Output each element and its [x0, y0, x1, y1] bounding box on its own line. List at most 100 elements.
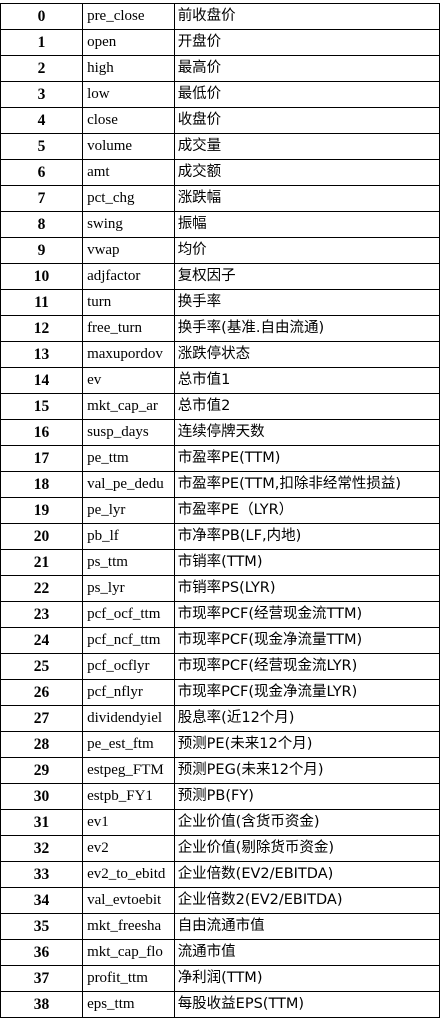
field-code-cell[interactable]: mkt_freesha: [82, 913, 175, 940]
row-index-cell[interactable]: 20: [0, 523, 84, 550]
field-code-cell[interactable]: ev2: [82, 835, 175, 862]
row-index-cell[interactable]: 36: [0, 939, 84, 966]
field-name-cell[interactable]: 市现率PCF(经营现金流LYR): [173, 653, 440, 680]
field-name-cell[interactable]: 最高价: [173, 55, 440, 82]
field-code-cell[interactable]: turn: [82, 289, 175, 316]
field-code-cell[interactable]: pe_lyr: [82, 497, 175, 524]
field-code-cell[interactable]: susp_days: [82, 419, 175, 446]
field-code-cell[interactable]: dividendyiel: [82, 705, 175, 732]
field-code-cell[interactable]: open: [82, 29, 175, 56]
field-name-cell[interactable]: 成交额: [173, 159, 440, 186]
field-code-cell[interactable]: close: [82, 107, 175, 134]
row-index-cell[interactable]: 25: [0, 653, 84, 680]
field-name-cell[interactable]: 企业价值(剔除货币资金): [173, 835, 440, 862]
field-code-cell[interactable]: adjfactor: [82, 263, 175, 290]
field-name-cell[interactable]: 市销率PS(LYR): [173, 575, 440, 602]
field-code-cell[interactable]: mkt_cap_flo: [82, 939, 175, 966]
field-name-cell[interactable]: 市现率PCF(现金净流量TTM): [173, 627, 440, 654]
field-code-cell[interactable]: estpeg_FTM: [82, 757, 175, 784]
field-name-cell[interactable]: 均价: [173, 237, 440, 264]
field-name-cell[interactable]: 成交量: [173, 133, 440, 160]
field-code-cell[interactable]: pe_est_ftm: [82, 731, 175, 758]
field-name-cell[interactable]: 自由流通市值: [173, 913, 440, 940]
row-index-cell[interactable]: 17: [0, 445, 84, 472]
field-name-cell[interactable]: 预测PE(未来12个月): [173, 731, 440, 758]
field-code-cell[interactable]: free_turn: [82, 315, 175, 342]
field-code-cell[interactable]: profit_ttm: [82, 965, 175, 992]
field-name-cell[interactable]: 预测PB(FY): [173, 783, 440, 810]
field-name-cell[interactable]: 换手率: [173, 289, 440, 316]
row-index-cell[interactable]: 35: [0, 913, 84, 940]
row-index-cell[interactable]: 10: [0, 263, 84, 290]
field-name-cell[interactable]: 市销率(TTM): [173, 549, 440, 576]
row-index-cell[interactable]: 14: [0, 367, 84, 394]
field-name-cell[interactable]: 振幅: [173, 211, 440, 238]
field-code-cell[interactable]: pct_chg: [82, 185, 175, 212]
field-code-cell[interactable]: val_pe_dedu: [82, 471, 175, 498]
row-index-cell[interactable]: 37: [0, 965, 84, 992]
field-code-cell[interactable]: pcf_ncf_ttm: [82, 627, 175, 654]
field-name-cell[interactable]: 净利润(TTM): [173, 965, 440, 992]
field-code-cell[interactable]: ev2_to_ebitd: [82, 861, 175, 888]
row-index-cell[interactable]: 22: [0, 575, 84, 602]
field-name-cell[interactable]: 市盈率PE(TTM): [173, 445, 440, 472]
row-index-cell[interactable]: 4: [0, 107, 84, 134]
field-code-cell[interactable]: mkt_cap_ar: [82, 393, 175, 420]
row-index-cell[interactable]: 21: [0, 549, 84, 576]
field-name-cell[interactable]: 开盘价: [173, 29, 440, 56]
field-code-cell[interactable]: eps_ttm: [82, 991, 175, 1018]
field-name-cell[interactable]: 企业倍数2(EV2/EBITDA): [173, 887, 440, 914]
field-name-cell[interactable]: 企业价值(含货币资金): [173, 809, 440, 836]
field-name-cell[interactable]: 股息率(近12个月): [173, 705, 440, 732]
row-index-cell[interactable]: 16: [0, 419, 84, 446]
row-index-cell[interactable]: 2: [0, 55, 84, 82]
field-code-cell[interactable]: pe_ttm: [82, 445, 175, 472]
field-name-cell[interactable]: 市净率PB(LF,内地): [173, 523, 440, 550]
row-index-cell[interactable]: 9: [0, 237, 84, 264]
field-name-cell[interactable]: 涨跌停状态: [173, 341, 440, 368]
field-name-cell[interactable]: 涨跌幅: [173, 185, 440, 212]
row-index-cell[interactable]: 12: [0, 315, 84, 342]
row-index-cell[interactable]: 34: [0, 887, 84, 914]
field-name-cell[interactable]: 总市值1: [173, 367, 440, 394]
field-name-cell[interactable]: 连续停牌天数: [173, 419, 440, 446]
field-code-cell[interactable]: maxupordov: [82, 341, 175, 368]
field-code-cell[interactable]: high: [82, 55, 175, 82]
row-index-cell[interactable]: 23: [0, 601, 84, 628]
row-index-cell[interactable]: 18: [0, 471, 84, 498]
row-index-cell[interactable]: 28: [0, 731, 84, 758]
field-name-cell[interactable]: 市现率PCF(现金净流量LYR): [173, 679, 440, 706]
row-index-cell[interactable]: 32: [0, 835, 84, 862]
field-name-cell[interactable]: 最低价: [173, 81, 440, 108]
row-index-cell[interactable]: 15: [0, 393, 84, 420]
field-name-cell[interactable]: 市盈率PE(TTM,扣除非经常性损益): [173, 471, 440, 498]
field-code-cell[interactable]: ps_ttm: [82, 549, 175, 576]
row-index-cell[interactable]: 3: [0, 81, 84, 108]
field-code-cell[interactable]: low: [82, 81, 175, 108]
field-name-cell[interactable]: 市盈率PE（LYR）: [173, 497, 440, 524]
field-code-cell[interactable]: volume: [82, 133, 175, 160]
field-code-cell[interactable]: ev1: [82, 809, 175, 836]
field-code-cell[interactable]: ev: [82, 367, 175, 394]
field-code-cell[interactable]: estpb_FY1: [82, 783, 175, 810]
field-name-cell[interactable]: 市现率PCF(经营现金流TTM): [173, 601, 440, 628]
row-index-cell[interactable]: 13: [0, 341, 84, 368]
row-index-cell[interactable]: 33: [0, 861, 84, 888]
field-code-cell[interactable]: pcf_ocf_ttm: [82, 601, 175, 628]
field-code-cell[interactable]: val_evtoebit: [82, 887, 175, 914]
field-name-cell[interactable]: 收盘价: [173, 107, 440, 134]
row-index-cell[interactable]: 26: [0, 679, 84, 706]
field-name-cell[interactable]: 换手率(基准.自由流通): [173, 315, 440, 342]
row-index-cell[interactable]: 31: [0, 809, 84, 836]
row-index-cell[interactable]: 29: [0, 757, 84, 784]
field-code-cell[interactable]: pb_lf: [82, 523, 175, 550]
row-index-cell[interactable]: 5: [0, 133, 84, 160]
row-index-cell[interactable]: 24: [0, 627, 84, 654]
field-name-cell[interactable]: 每股收益EPS(TTM): [173, 991, 440, 1018]
field-name-cell[interactable]: 预测PEG(未来12个月): [173, 757, 440, 784]
row-index-cell[interactable]: 19: [0, 497, 84, 524]
row-index-cell[interactable]: 7: [0, 185, 84, 212]
field-name-cell[interactable]: 复权因子: [173, 263, 440, 290]
row-index-cell[interactable]: 1: [0, 29, 84, 56]
field-code-cell[interactable]: vwap: [82, 237, 175, 264]
